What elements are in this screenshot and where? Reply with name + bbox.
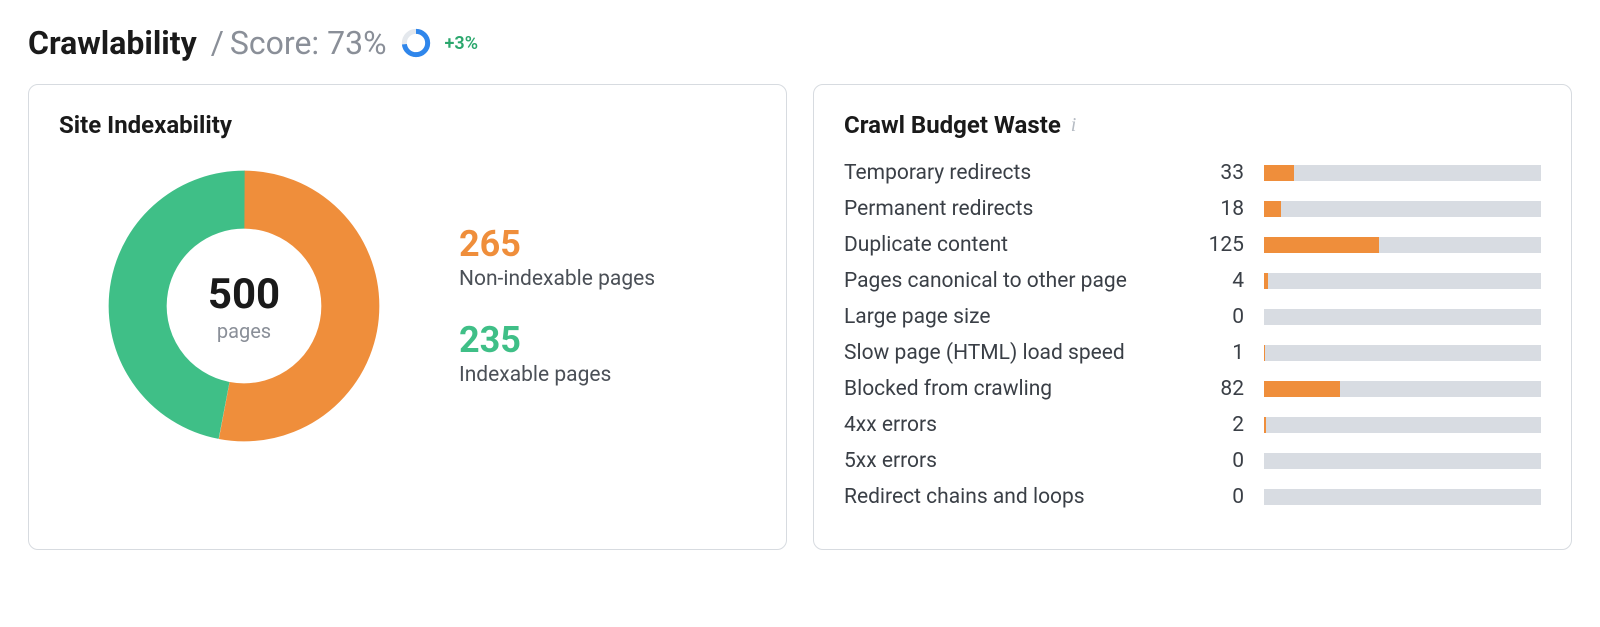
legend-indexable: 235 Indexable pages [459, 321, 655, 387]
issue-value: 0 [1194, 449, 1244, 473]
issue-bar [1264, 201, 1541, 217]
donut-total: 500 [208, 270, 280, 319]
issue-value: 125 [1194, 233, 1244, 257]
issue-value: 2 [1194, 413, 1244, 437]
issue-bar-fill [1264, 417, 1266, 433]
issue-row[interactable]: Temporary redirects 33 [844, 161, 1541, 185]
issue-value: 0 [1194, 305, 1244, 329]
indexable-value: 235 [459, 321, 655, 361]
issue-label: Blocked from crawling [844, 377, 1174, 401]
issue-label: Pages canonical to other page [844, 269, 1174, 293]
donut-center: 500 pages [99, 161, 389, 451]
issue-label: Slow page (HTML) load speed [844, 341, 1174, 365]
page-header: Crawlability /Score: 73% +3% [28, 24, 1572, 62]
issue-bar-fill [1264, 345, 1265, 361]
issue-value: 82 [1194, 377, 1244, 401]
indexability-legend: 265 Non-indexable pages 235 Indexable pa… [459, 225, 655, 386]
site-indexability-card: Site Indexability 500 pages 265 Non-inde… [28, 84, 787, 550]
indexability-donut: 500 pages [99, 161, 389, 451]
indexable-label: Indexable pages [459, 363, 655, 387]
issue-value: 4 [1194, 269, 1244, 293]
issue-row[interactable]: Slow page (HTML) load speed 1 [844, 341, 1541, 365]
issue-bar-fill [1264, 381, 1340, 397]
issue-row[interactable]: Large page size 0 [844, 305, 1541, 329]
crawl-budget-card: Crawl Budget Waste i Temporary redirects… [813, 84, 1572, 550]
issue-value: 18 [1194, 197, 1244, 221]
issue-label: Temporary redirects [844, 161, 1174, 185]
score-delta: +3% [445, 33, 478, 54]
crawl-budget-title: Crawl Budget Waste i [844, 111, 1541, 139]
issue-bar [1264, 345, 1541, 361]
donut-total-label: pages [217, 319, 271, 343]
site-indexability-title: Site Indexability [59, 111, 756, 139]
issue-label: Permanent redirects [844, 197, 1174, 221]
site-indexability-body: 500 pages 265 Non-indexable pages 235 In… [59, 161, 756, 451]
issue-row[interactable]: Redirect chains and loops 0 [844, 485, 1541, 509]
legend-non-indexable: 265 Non-indexable pages [459, 225, 655, 291]
issue-label: Redirect chains and loops [844, 485, 1174, 509]
issue-label: 5xx errors [844, 449, 1174, 473]
issue-label: Large page size [844, 305, 1174, 329]
score-value: Score: 73% [230, 24, 387, 62]
cards-row: Site Indexability 500 pages 265 Non-inde… [28, 84, 1572, 550]
issue-value: 1 [1194, 341, 1244, 365]
score-ring-icon [401, 28, 431, 58]
issue-bar [1264, 381, 1541, 397]
non-indexable-label: Non-indexable pages [459, 267, 655, 291]
issue-bar-fill [1264, 165, 1294, 181]
issue-label: 4xx errors [844, 413, 1174, 437]
issue-row[interactable]: 5xx errors 0 [844, 449, 1541, 473]
issue-bar [1264, 417, 1541, 433]
issue-bar-fill [1264, 273, 1268, 289]
non-indexable-value: 265 [459, 225, 655, 265]
page-title: Crawlability [28, 24, 197, 62]
issue-label: Duplicate content [844, 233, 1174, 257]
issue-bar [1264, 273, 1541, 289]
issue-value: 33 [1194, 161, 1244, 185]
issue-row[interactable]: Duplicate content 125 [844, 233, 1541, 257]
info-icon[interactable]: i [1071, 114, 1077, 137]
issue-value: 0 [1194, 485, 1244, 509]
issue-row[interactable]: 4xx errors 2 [844, 413, 1541, 437]
issue-row[interactable]: Permanent redirects 18 [844, 197, 1541, 221]
issue-bar-fill [1264, 201, 1281, 217]
issue-bar [1264, 453, 1541, 469]
issue-bar [1264, 237, 1541, 253]
issue-row[interactable]: Blocked from crawling 82 [844, 377, 1541, 401]
issue-bar [1264, 489, 1541, 505]
crawl-budget-title-text: Crawl Budget Waste [844, 111, 1061, 139]
issue-row[interactable]: Pages canonical to other page 4 [844, 269, 1541, 293]
issue-bar [1264, 165, 1541, 181]
score-text: /Score: 73% [211, 24, 387, 62]
crawl-budget-list: Temporary redirects 33 Permanent redirects… [844, 161, 1541, 509]
issue-bar [1264, 309, 1541, 325]
issue-bar-fill [1264, 237, 1379, 253]
